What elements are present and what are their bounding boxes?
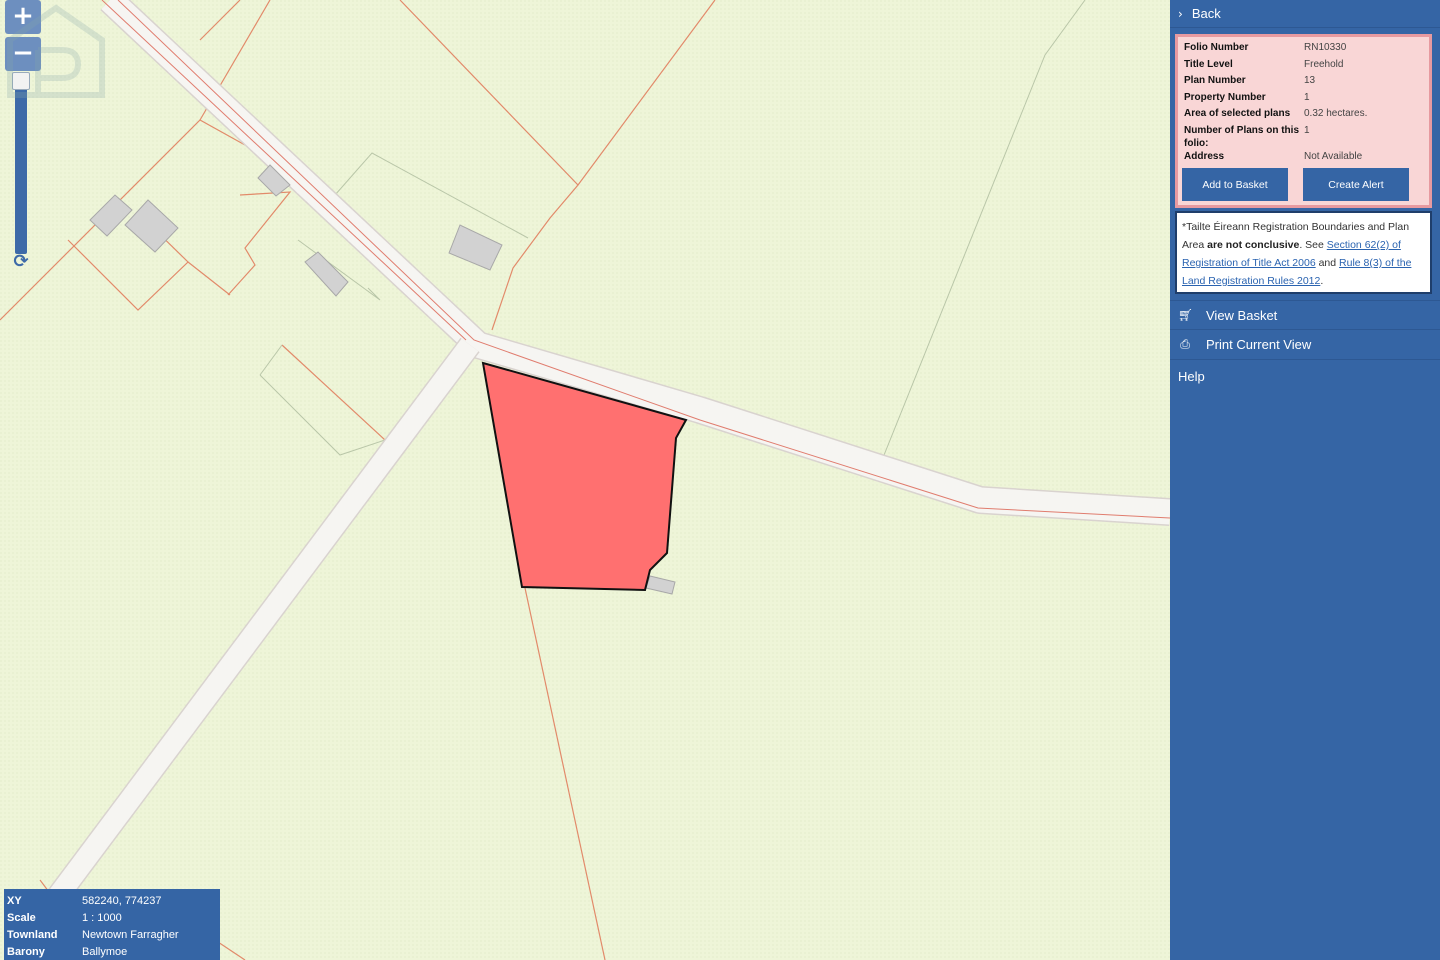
detail-key: Plan Number (1184, 75, 1246, 86)
disclaimer-bold: are not conclusive (1207, 239, 1300, 251)
detail-row: Address Not Available (1184, 150, 1367, 167)
print-current-view-menu-item[interactable]: ⎙ Print Current View (1170, 330, 1440, 360)
disclaimer-text: . See (1299, 239, 1327, 251)
watermark-logo (7, 4, 105, 98)
folio-details-card: Folio Number RN10330 Title Level Freehold … (1175, 34, 1432, 208)
detail-value: 1 (1304, 124, 1310, 136)
detail-row: Number of Plans on this folio: 1 (1184, 124, 1367, 150)
print-current-view-label: Print Current View (1206, 337, 1312, 352)
refresh-icon[interactable]: ⟳ (11, 252, 31, 272)
cart-icon: 🛒︎ (1178, 308, 1194, 322)
disclaimer-box: *Tailte Éireann Registration Boundaries … (1175, 211, 1432, 294)
disclaimer-text: . (1320, 275, 1324, 287)
detail-key: Property Number (1184, 91, 1266, 103)
info-key: Scale (7, 911, 36, 924)
detail-key: Address (1184, 150, 1225, 162)
detail-row: Title Level Freehold (1184, 58, 1367, 75)
view-basket-label: View Basket (1206, 307, 1278, 323)
help-label: Help (1178, 368, 1205, 384)
detail-row: Plan Number 13 (1184, 74, 1367, 91)
info-value: 582240, 774237 (82, 894, 162, 907)
detail-row: Property Number 1 (1184, 91, 1367, 108)
print-icon: ⎙ (1180, 337, 1190, 351)
detail-value: 13 (1304, 75, 1316, 86)
info-row-townland: Townland Newtown Farragher (7, 926, 220, 943)
info-row-barony: Barony Ballymoe (7, 943, 220, 960)
help-menu-item[interactable]: Help (1170, 361, 1440, 391)
chevron-right-icon: › (1178, 6, 1183, 21)
info-row-scale: Scale 1 : 1000 (7, 909, 220, 926)
detail-key: Title Level (1184, 58, 1233, 70)
detail-value: Not Available (1304, 150, 1363, 162)
detail-key: Number of Plans on this folio: (1184, 124, 1300, 149)
detail-value: 1 (1304, 91, 1310, 103)
disclaimer-text: and (1315, 257, 1340, 269)
info-value: 1 : 1000 (82, 911, 122, 924)
info-key: XY (7, 894, 22, 907)
info-key: Barony (7, 945, 45, 958)
detail-value: Freehold (1304, 58, 1344, 70)
info-value: Newtown Farragher (82, 928, 179, 941)
back-button[interactable]: › Back (1170, 0, 1440, 28)
map-view[interactable]: + − ⟳ XY 582240, 774237 Scale 1 : 1000 T… (0, 0, 1170, 960)
detail-key: Area of selected plans (1184, 108, 1291, 119)
detail-row: Folio Number RN10330 (1184, 41, 1367, 58)
add-to-basket-button[interactable]: Add to Basket (1182, 168, 1288, 201)
sidebar: › Back Folio Number RN10330 Title Level Fr… (1170, 0, 1440, 960)
detail-value: RN10330 (1304, 42, 1347, 53)
map-canvas[interactable] (0, 0, 1170, 960)
location-info-box: XY 582240, 774237 Scale 1 : 1000 Townlan… (4, 889, 220, 960)
create-alert-button[interactable]: Create Alert (1303, 168, 1409, 201)
info-value: Ballymoe (82, 945, 128, 958)
back-label: Back (1191, 6, 1221, 21)
detail-key: Folio Number (1184, 42, 1249, 53)
folio-details-table: Folio Number RN10330 Title Level Freehold … (1184, 41, 1367, 166)
detail-row: Area of selected plans 0.32 hectares. (1184, 107, 1367, 124)
detail-value: 0.32 hectares. (1304, 108, 1368, 119)
info-row-xy: XY 582240, 774237 (7, 892, 220, 909)
view-basket-menu-item[interactable]: 🛒︎ View Basket (1170, 300, 1440, 330)
info-key: Townland (7, 928, 58, 941)
